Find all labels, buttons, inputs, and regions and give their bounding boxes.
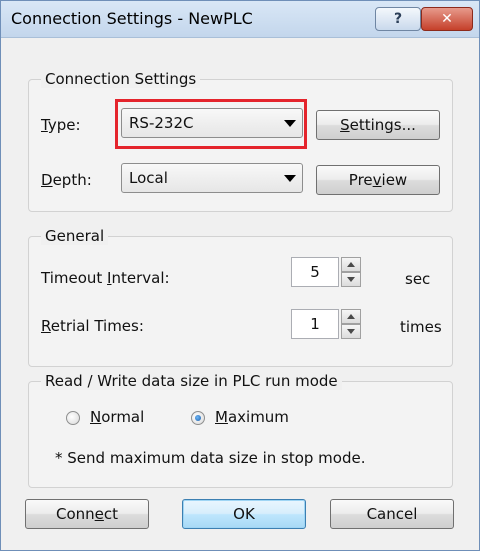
read-write-group: Read / Write data size in PLC run mode (28, 372, 453, 488)
close-button[interactable]: ✕ (421, 7, 473, 31)
title-bar: Connection Settings - NewPLC ? ✕ (1, 1, 479, 38)
connection-settings-dialog: Connection Settings - NewPLC ? ✕ Connect… (0, 0, 480, 551)
timeout-spinner[interactable] (341, 257, 361, 287)
spin-up-icon[interactable] (341, 309, 361, 324)
timeout-input[interactable]: 5 (291, 257, 339, 287)
timeout-label: Timeout Interval: (41, 269, 170, 287)
type-label: Type: (41, 116, 81, 134)
ok-button[interactable]: OK (182, 499, 306, 529)
maximum-label[interactable]: Maximum (215, 408, 289, 426)
maximum-radio[interactable] (191, 411, 205, 425)
chevron-down-icon (284, 175, 296, 182)
stop-mode-note: * Send maximum data size in stop mode. (55, 449, 366, 467)
general-legend: General (41, 227, 109, 245)
read-write-legend: Read / Write data size in PLC run mode (41, 372, 342, 390)
cancel-button[interactable]: Cancel (330, 499, 454, 529)
depth-value: Local (129, 169, 168, 187)
retrial-value: 1 (310, 315, 320, 333)
question-mark-icon: ? (393, 11, 403, 27)
settings-button[interactable]: Settings... (316, 110, 440, 140)
retrial-label: Retrial Times: (41, 317, 144, 335)
spin-down-icon[interactable] (341, 324, 361, 339)
type-highlight-box (115, 99, 307, 149)
general-group: General (28, 227, 453, 367)
retrial-spinner[interactable] (341, 309, 361, 339)
close-icon: ✕ (441, 11, 453, 27)
spin-up-icon[interactable] (341, 257, 361, 272)
window-title: Connection Settings - NewPLC (11, 9, 253, 28)
retrial-input[interactable]: 1 (291, 309, 339, 339)
depth-select[interactable]: Local (121, 163, 303, 193)
timeout-unit: sec (405, 270, 431, 288)
help-button[interactable]: ? (375, 7, 421, 31)
preview-button[interactable]: Preview (316, 165, 440, 195)
depth-label: Depth: (41, 171, 92, 189)
normal-label[interactable]: Normal (90, 408, 144, 426)
spin-down-icon[interactable] (341, 272, 361, 287)
retrial-unit: times (400, 318, 442, 336)
dialog-body: Connection Settings Type: RS-232C Settin… (8, 41, 471, 544)
connection-settings-legend: Connection Settings (41, 70, 201, 88)
normal-radio[interactable] (66, 411, 80, 425)
timeout-value: 5 (310, 263, 320, 281)
connect-button[interactable]: Connect (25, 499, 149, 529)
